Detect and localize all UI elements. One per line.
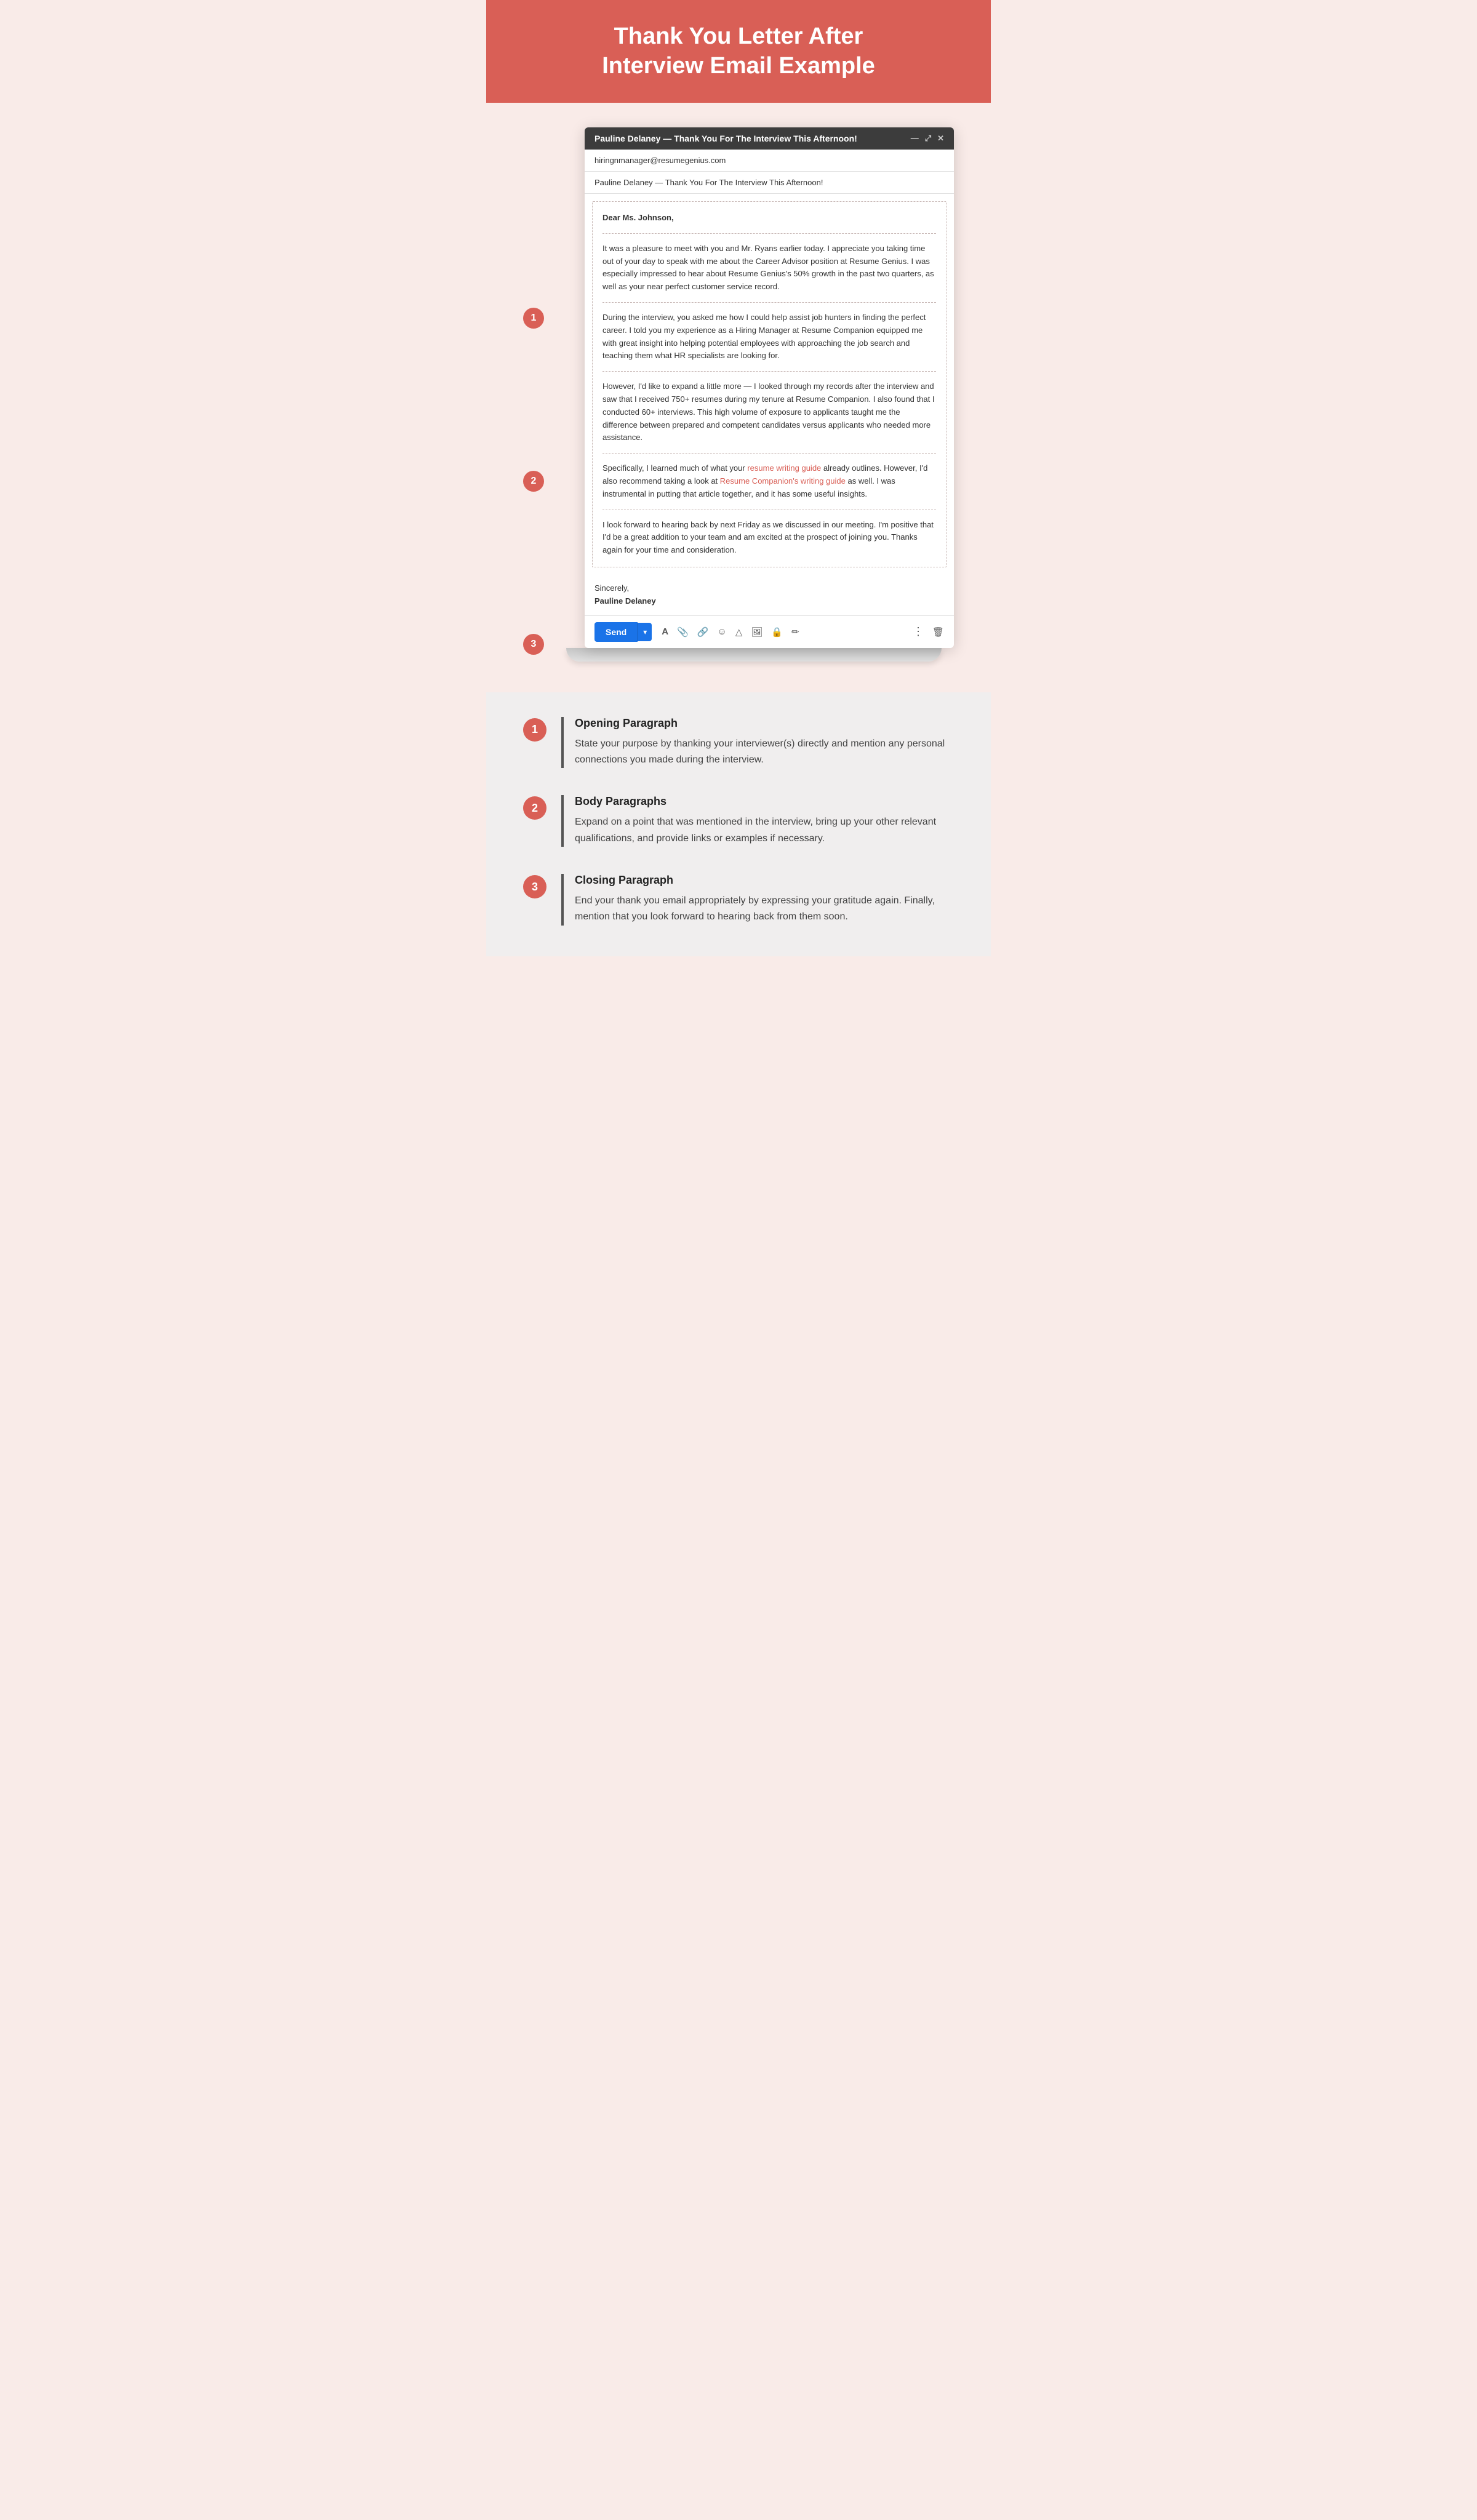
explanation-title-1: Opening Paragraph xyxy=(575,717,954,730)
explanation-number-1: 1 xyxy=(523,718,546,742)
toolbar-right: ⋮ 🗑 xyxy=(913,625,944,638)
email-paragraph-1: It was a pleasure to meet with you and M… xyxy=(602,242,936,303)
sender-name: Pauline Delaney xyxy=(594,595,944,608)
drive-icon[interactable]: △ xyxy=(735,626,743,638)
email-subject-titlebar: Pauline Delaney — Thank You For The Inte… xyxy=(594,134,857,143)
close-icon[interactable]: ✕ xyxy=(937,134,944,143)
send-button-group: Send ▾ xyxy=(594,622,652,642)
laptop-bottom xyxy=(566,648,942,662)
toolbar-icons: A 📎 🔗 ☺ △ 🖼 🔒 ✏ xyxy=(662,626,799,638)
explanation-number-3: 3 xyxy=(523,875,546,898)
photo-icon[interactable]: 🖼 xyxy=(751,626,763,638)
to-field: hiringnmanager@resumegenius.com xyxy=(585,150,954,172)
link-icon[interactable]: 🔗 xyxy=(697,626,709,638)
explanation-content-3: Closing Paragraph End your thank you ema… xyxy=(561,874,954,926)
font-icon[interactable]: A xyxy=(662,626,668,637)
badge-3: 3 xyxy=(523,634,544,655)
attach-icon[interactable]: 📎 xyxy=(677,626,689,638)
explanation-text-3: End your thank you email appropriately b… xyxy=(575,893,954,926)
dropdown-arrow-icon: ▾ xyxy=(643,628,647,636)
email-paragraph-2b: However, I'd like to expand a little mor… xyxy=(602,380,936,454)
explanation-item-3: 3 Closing Paragraph End your thank you e… xyxy=(523,874,954,926)
explanation-text-1: State your purpose by thanking your inte… xyxy=(575,736,954,769)
more-options-icon[interactable]: ⋮ xyxy=(913,625,924,638)
maximize-icon[interactable]: ⤢ xyxy=(925,134,931,143)
email-toolbar: Send ▾ A 📎 🔗 ☺ △ 🖼 🔒 ✏ xyxy=(585,615,954,648)
explanation-content-1: Opening Paragraph State your purpose by … xyxy=(561,717,954,769)
companion-writing-guide-link[interactable]: Resume Companion's writing guide xyxy=(720,476,846,486)
email-paragraph-2a: During the interview, you asked me how I… xyxy=(602,311,936,372)
send-button[interactable]: Send xyxy=(594,622,638,642)
email-paragraph-2c: Specifically, I learned much of what you… xyxy=(602,462,936,510)
minimize-icon[interactable]: — xyxy=(911,134,919,143)
badge-1: 1 xyxy=(523,308,544,329)
window-controls: — ⤢ ✕ xyxy=(911,134,944,143)
explanation-content-2: Body Paragraphs Expand on a point that w… xyxy=(561,795,954,847)
explanation-text-2: Expand on a point that was mentioned in … xyxy=(575,814,954,847)
emoji-icon[interactable]: ☺ xyxy=(717,626,726,637)
page-header: Thank You Letter After Interview Email E… xyxy=(486,0,991,103)
pen-icon[interactable]: ✏ xyxy=(791,626,799,638)
email-signature: Sincerely, Pauline Delaney xyxy=(585,575,954,615)
main-content: 1 2 3 Pauline Delaney — Thank You For Th… xyxy=(486,103,991,692)
subject-field: Pauline Delaney — Thank You For The Inte… xyxy=(585,172,954,194)
email-greeting: Dear Ms. Johnson, xyxy=(602,212,936,234)
explanation-title-2: Body Paragraphs xyxy=(575,795,954,808)
lock-icon[interactable]: 🔒 xyxy=(771,626,783,638)
explanation-title-3: Closing Paragraph xyxy=(575,874,954,887)
explanation-number-2: 2 xyxy=(523,796,546,820)
send-dropdown-button[interactable]: ▾ xyxy=(638,623,652,641)
explanation-item-2: 2 Body Paragraphs Expand on a point that… xyxy=(523,795,954,847)
resume-writing-guide-link[interactable]: resume writing guide xyxy=(747,463,821,473)
badge-2: 2 xyxy=(523,471,544,492)
email-paragraph-3: I look forward to hearing back by next F… xyxy=(602,519,936,557)
explanations-section: 1 Opening Paragraph State your purpose b… xyxy=(486,692,991,956)
page-title: Thank You Letter After Interview Email E… xyxy=(523,22,954,81)
email-titlebar: Pauline Delaney — Thank You For The Inte… xyxy=(585,127,954,150)
email-mockup: Pauline Delaney — Thank You For The Inte… xyxy=(585,127,954,648)
email-body: Dear Ms. Johnson, It was a pleasure to m… xyxy=(592,201,947,567)
explanation-item-1: 1 Opening Paragraph State your purpose b… xyxy=(523,717,954,769)
trash-icon[interactable]: 🗑 xyxy=(932,626,944,638)
